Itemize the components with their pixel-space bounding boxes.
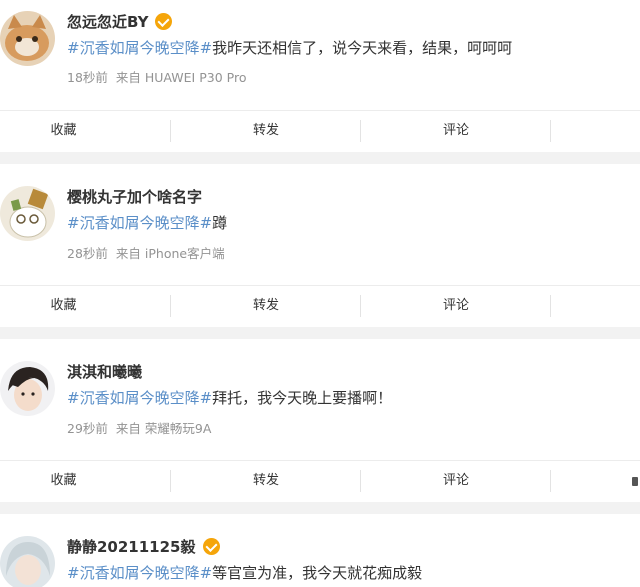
username-text[interactable]: 樱桃丸子加个啥名字 bbox=[67, 186, 202, 207]
post-text: #沉香如屑今晚空降#我昨天还相信了，说今天来看，结果，呵呵呵 bbox=[67, 37, 512, 58]
post-text: #沉香如屑今晚空降#蹲 bbox=[67, 212, 227, 233]
username[interactable]: 静静20211125毅 bbox=[67, 536, 220, 557]
like-button[interactable] bbox=[551, 286, 640, 326]
favorite-button[interactable]: 收藏 bbox=[0, 461, 171, 501]
post-source: 来自 HUAWEI P30 Pro bbox=[115, 70, 247, 85]
post-time[interactable]: 29秒前 bbox=[67, 421, 108, 436]
post-card: 淇淇和曦曦 #沉香如屑今晚空降#拜托，我今天晚上要播啊！ 29秒前 来自 荣耀畅玩… bbox=[0, 339, 640, 502]
post-card: 忽远忽近BY #沉香如屑今晚空降#我昨天还相信了，说今天来看，结果，呵呵呵 18… bbox=[0, 0, 640, 152]
repost-label: 转发 bbox=[252, 123, 279, 138]
repost-button[interactable]: 转发 bbox=[171, 286, 361, 326]
post-card: 樱桃丸子加个啥名字 #沉香如屑今晚空降#蹲 28秒前 来自 iPhone客户端 收… bbox=[0, 164, 640, 327]
comment-button[interactable]: 评论 bbox=[361, 461, 551, 501]
avatar[interactable] bbox=[0, 536, 55, 587]
username[interactable]: 淇淇和曦曦 bbox=[67, 361, 142, 382]
comment-label: 评论 bbox=[442, 123, 469, 138]
avatar[interactable] bbox=[0, 11, 55, 66]
favorite-label: 收藏 bbox=[50, 473, 77, 488]
username[interactable]: 忽远忽近BY bbox=[67, 11, 173, 32]
card-gap bbox=[0, 327, 640, 339]
action-bar: 收藏 转发 评论 bbox=[0, 460, 640, 501]
comment-button[interactable]: 评论 bbox=[361, 286, 551, 326]
weibo-feed: 忽远忽近BY #沉香如屑今晚空降#我昨天还相信了，说今天来看，结果，呵呵呵 18… bbox=[0, 0, 640, 587]
username-text[interactable]: 淇淇和曦曦 bbox=[67, 361, 142, 382]
comment-label: 评论 bbox=[442, 473, 469, 488]
post-meta: 18秒前 来自 HUAWEI P30 Pro bbox=[67, 67, 246, 86]
username-text[interactable]: 忽远忽近BY bbox=[67, 11, 148, 32]
repost-label: 转发 bbox=[252, 298, 279, 313]
username-text[interactable]: 静静20211125毅 bbox=[67, 536, 196, 557]
username[interactable]: 樱桃丸子加个啥名字 bbox=[67, 186, 202, 207]
card-gap bbox=[0, 502, 640, 514]
post-text: #沉香如屑今晚空降#等官宣为准，我今天就花痴成毅 bbox=[67, 562, 422, 583]
action-bar: 收藏 转发 评论 bbox=[0, 110, 640, 151]
topic-link[interactable]: #沉香如屑今晚空降# bbox=[67, 214, 212, 232]
post-body: 等官宣为准，我今天就花痴成毅 bbox=[212, 564, 423, 582]
post-body: 我昨天还相信了，说今天来看，结果，呵呵呵 bbox=[212, 39, 513, 57]
post-source: 来自 荣耀畅玩9A bbox=[115, 421, 212, 436]
topic-link[interactable]: #沉香如屑今晚空降# bbox=[67, 39, 212, 57]
verified-badge-icon bbox=[155, 13, 173, 30]
post-time[interactable]: 18秒前 bbox=[67, 70, 108, 85]
like-icon bbox=[632, 477, 638, 486]
comment-label: 评论 bbox=[442, 298, 469, 313]
like-button[interactable] bbox=[551, 111, 640, 151]
favorite-button[interactable]: 收藏 bbox=[0, 286, 171, 326]
comment-button[interactable]: 评论 bbox=[361, 111, 551, 151]
topic-link[interactable]: #沉香如屑今晚空降# bbox=[67, 389, 212, 407]
repost-label: 转发 bbox=[252, 473, 279, 488]
avatar[interactable] bbox=[0, 361, 55, 416]
topic-link[interactable]: #沉香如屑今晚空降# bbox=[67, 564, 212, 582]
post-card: 静静20211125毅 #沉香如屑今晚空降#等官宣为准，我今天就花痴成毅 bbox=[0, 514, 640, 587]
post-body: 拜托，我今天晚上要播啊！ bbox=[212, 389, 393, 407]
action-bar: 收藏 转发 评论 bbox=[0, 285, 640, 326]
post-body: 蹲 bbox=[212, 214, 228, 232]
like-button[interactable] bbox=[551, 461, 640, 501]
post-meta: 29秒前 来自 荣耀畅玩9A bbox=[67, 418, 211, 437]
post-source: 来自 iPhone客户端 bbox=[115, 246, 225, 261]
post-text: #沉香如屑今晚空降#拜托，我今天晚上要播啊！ bbox=[67, 387, 392, 408]
repost-button[interactable]: 转发 bbox=[171, 111, 361, 151]
card-gap bbox=[0, 152, 640, 164]
favorite-label: 收藏 bbox=[50, 298, 77, 313]
post-meta: 28秒前 来自 iPhone客户端 bbox=[67, 243, 225, 262]
verified-badge-icon bbox=[202, 538, 220, 555]
post-time[interactable]: 28秒前 bbox=[67, 246, 108, 261]
favorite-button[interactable]: 收藏 bbox=[0, 111, 171, 151]
avatar[interactable] bbox=[0, 186, 55, 241]
repost-button[interactable]: 转发 bbox=[171, 461, 361, 501]
favorite-label: 收藏 bbox=[50, 123, 77, 138]
